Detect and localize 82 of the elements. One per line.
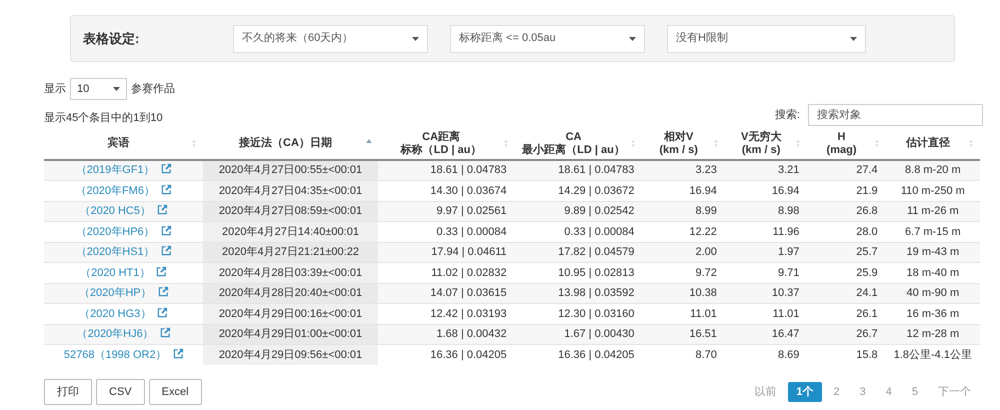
external-link-icon[interactable] bbox=[160, 327, 171, 338]
filter-select[interactable]: 标称距离 <= 0.05au bbox=[450, 24, 645, 52]
export-button[interactable]: Excel bbox=[148, 379, 202, 405]
object-link[interactable]: 52768（1998 OR2） bbox=[64, 348, 167, 361]
external-link-icon[interactable] bbox=[157, 306, 168, 318]
table-cell: 2020年4月27日21:21±00:22 bbox=[203, 242, 378, 262]
object-link[interactable]: （2020年FM6） bbox=[75, 184, 155, 196]
next-link[interactable]: 下一个 bbox=[930, 382, 979, 402]
search-label: 搜索: bbox=[774, 108, 800, 123]
search-field[interactable]: 搜索对象 bbox=[808, 104, 983, 126]
caret-icon bbox=[850, 36, 857, 40]
external-link-icon[interactable] bbox=[160, 163, 172, 174]
external-link-icon[interactable] bbox=[160, 245, 172, 256]
table-cell: 12 m-28 m bbox=[886, 324, 980, 344]
table-cell: 8.99 bbox=[642, 201, 725, 222]
table-cell: 2020年4月28日03:39±<00:01 bbox=[203, 262, 378, 283]
caret-icon bbox=[629, 36, 636, 40]
table-cell: 2020年4月27日00:55±<00:01 bbox=[203, 160, 378, 180]
table-info: 显示45个条目中的1到10 bbox=[44, 110, 163, 126]
table-cell: 2020年4月28日20:40±<00:01 bbox=[203, 283, 378, 304]
page-link[interactable]: 5 bbox=[904, 382, 926, 402]
table-cell: 2020年4月27日08:59±<00:01 bbox=[203, 201, 378, 222]
table-cell: 15.8 bbox=[807, 344, 886, 365]
table-cell: 2020年4月27日14:40±00:01 bbox=[203, 222, 378, 242]
settings-label: 表格设定: bbox=[82, 30, 140, 48]
table-cell: 17.94 | 0.04611 bbox=[378, 242, 515, 262]
table-cell: 3.23 bbox=[642, 160, 725, 180]
table-cell: 2020年4月29日00:16±<00:01 bbox=[203, 304, 378, 324]
table-cell: 10.37 bbox=[724, 283, 808, 304]
table-cell: 2020年4月27日04:35±<00:01 bbox=[203, 180, 378, 201]
length-select[interactable]: 10 bbox=[70, 78, 127, 100]
table-cell: 2020年4月29日09:56±<00:01 bbox=[203, 344, 378, 365]
page-link[interactable]: 1个 bbox=[788, 382, 822, 402]
caret-icon bbox=[412, 36, 419, 40]
table-cell: 16.36 | 0.04205 bbox=[378, 344, 515, 365]
table-cell: 18.61 | 0.04783 bbox=[378, 160, 515, 180]
table-cell: 8.69 bbox=[724, 344, 808, 365]
object-link[interactable]: （2020年HP6） bbox=[76, 226, 155, 238]
table-cell: 9.97 | 0.02561 bbox=[378, 201, 515, 222]
table-cell: 1.97 bbox=[724, 242, 808, 262]
filter-select[interactable]: 不久的将来（60天内） bbox=[233, 24, 428, 52]
table-cell: 19 m-43 m bbox=[886, 242, 980, 262]
external-link-icon[interactable] bbox=[160, 224, 172, 236]
caret-icon bbox=[113, 87, 120, 91]
table-cell: 10.38 bbox=[642, 283, 725, 304]
table-cell: 27.4 bbox=[807, 160, 886, 180]
table-cell: 1.67 | 0.00430 bbox=[514, 324, 642, 344]
export-button[interactable]: CSV bbox=[96, 379, 145, 405]
table-cell: 26.7 bbox=[807, 324, 886, 344]
table-cell: 16.51 bbox=[642, 324, 725, 344]
table-cell: 16.47 bbox=[724, 324, 808, 344]
page-link[interactable]: 4 bbox=[878, 382, 900, 402]
external-link-icon[interactable] bbox=[157, 204, 168, 215]
table-cell: 24.1 bbox=[807, 283, 886, 304]
table-cell: 1.68 | 0.00432 bbox=[378, 324, 515, 344]
table-cell: 8.70 bbox=[642, 344, 725, 365]
table-cell: 2020年4月29日01:00±<00:01 bbox=[203, 324, 378, 344]
previous-link[interactable]: 以前 bbox=[746, 382, 784, 402]
table-cell: 13.98 | 0.03592 bbox=[514, 283, 642, 304]
object-link[interactable]: （2020 HG3） bbox=[79, 308, 152, 320]
length-label: 参赛作品 bbox=[131, 82, 175, 97]
table-cell: 16.36 | 0.04205 bbox=[514, 344, 642, 365]
external-link-icon[interactable] bbox=[172, 348, 184, 359]
table-cell: 2.00 bbox=[642, 242, 725, 262]
filter-select[interactable]: 没有H限制 bbox=[667, 24, 866, 52]
table-cell: 1.8公里-4.1公里 bbox=[886, 344, 980, 365]
table-cell: 8.98 bbox=[724, 201, 808, 222]
table-cell: 17.82 | 0.04579 bbox=[514, 242, 642, 262]
table-cell: 26.8 bbox=[807, 201, 886, 222]
table-cell: 14.07 | 0.03615 bbox=[378, 283, 515, 304]
table-cell: 25.7 bbox=[807, 242, 886, 262]
length-label: 显示 bbox=[44, 82, 66, 97]
external-link-icon[interactable] bbox=[158, 286, 169, 297]
page-link[interactable]: 2 bbox=[826, 382, 848, 402]
table-cell: 11 m-26 m bbox=[886, 201, 980, 222]
page-link[interactable]: 3 bbox=[852, 382, 874, 402]
external-link-icon[interactable] bbox=[156, 266, 168, 276]
table-cell: 9.89 | 0.02542 bbox=[514, 201, 642, 222]
external-link-icon[interactable] bbox=[160, 184, 172, 194]
object-link[interactable]: （2020 HT1） bbox=[80, 266, 150, 278]
export-button[interactable]: 打印 bbox=[44, 379, 92, 405]
table-cell: 40 m-90 m bbox=[886, 283, 980, 304]
